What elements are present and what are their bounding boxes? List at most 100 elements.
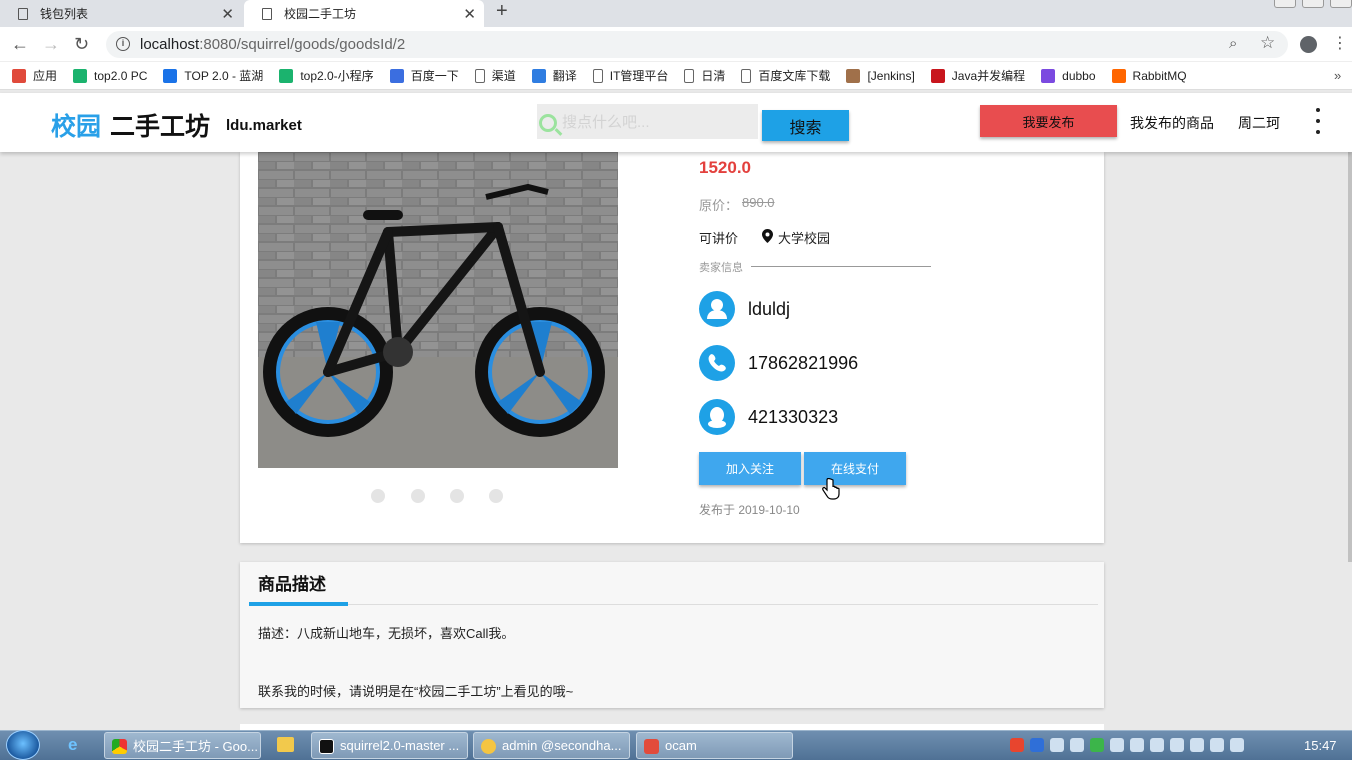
search-input[interactable] bbox=[562, 110, 752, 134]
page-icon bbox=[592, 68, 603, 83]
tab-campus-market[interactable]: 校园二手工坊 ✕ bbox=[244, 0, 484, 27]
hand-cursor-icon bbox=[822, 478, 840, 500]
tab-title: 校园二手工坊 bbox=[284, 7, 357, 21]
new-tab-icon[interactable]: + bbox=[496, 0, 508, 23]
ocam-icon bbox=[644, 739, 659, 754]
bookmark-item[interactable]: 日清 bbox=[684, 67, 725, 84]
contact-note: 联系我的时候，请说明是在“校园二手工坊”上看见的哦~ bbox=[258, 684, 574, 699]
price: 1520.0 bbox=[699, 158, 751, 177]
jenkins-icon bbox=[846, 68, 861, 83]
system-tray[interactable] bbox=[1010, 730, 1244, 760]
publish-date: 发布于 2019-10-10 bbox=[699, 503, 800, 517]
bookmark-item[interactable]: [Jenkins] bbox=[846, 68, 915, 83]
bookmark-item[interactable]: top2.0 PC bbox=[73, 68, 147, 83]
taskbar-item-chrome[interactable]: 校园二手工坊 - Goo... bbox=[104, 732, 261, 759]
user-icon bbox=[699, 291, 735, 327]
baidu-paw-icon bbox=[389, 68, 404, 83]
tray-icon bbox=[1170, 738, 1184, 752]
taskbar-item-db[interactable]: admin @secondha... bbox=[473, 732, 630, 759]
bookmark-item[interactable]: dubbo bbox=[1041, 68, 1096, 83]
description-text: 描述：八成新山地车，无损坏，喜欢Call我。 bbox=[258, 626, 515, 641]
taskbar-item-intellij[interactable]: squirrel2.0-master ... bbox=[311, 732, 468, 759]
carousel-dot[interactable] bbox=[411, 489, 425, 503]
window-controls[interactable] bbox=[1274, 0, 1352, 8]
bookmarks-bar: 应用 top2.0 PC TOP 2.0 - 蓝湖 top2.0-小程序 百度一下 渠道翻… bbox=[0, 62, 1352, 90]
bookmark-item[interactable]: top2.0-小程序 bbox=[279, 67, 374, 84]
sogou-icon bbox=[1010, 738, 1024, 752]
follow-button[interactable]: 加入关注 bbox=[699, 452, 801, 485]
rabbitmq-icon bbox=[1111, 68, 1126, 83]
forward-icon[interactable]: → bbox=[42, 34, 60, 55]
chrome-icon bbox=[112, 739, 127, 754]
original-price: 890.0 bbox=[742, 195, 775, 210]
taskbar-item-ocam[interactable]: ocam bbox=[636, 732, 793, 759]
carousel-dot[interactable] bbox=[450, 489, 464, 503]
location: 大学校园 bbox=[778, 231, 831, 246]
chevron-right-icon[interactable]: » bbox=[1334, 68, 1341, 83]
volume-icon bbox=[1230, 738, 1244, 752]
search-icon bbox=[539, 114, 557, 132]
scrollbar[interactable] bbox=[1348, 152, 1352, 562]
bookmark-item[interactable]: 百度文库下载 bbox=[741, 67, 830, 84]
divider bbox=[348, 604, 1098, 605]
intellij-icon bbox=[319, 739, 334, 754]
start-button[interactable] bbox=[6, 730, 40, 760]
page-icon bbox=[262, 7, 272, 20]
ie-icon[interactable]: e bbox=[68, 735, 77, 755]
play-icon bbox=[279, 68, 294, 83]
shield-icon bbox=[1130, 738, 1144, 752]
bookmark-item[interactable]: 翻译 bbox=[531, 67, 577, 84]
bookmark-item[interactable]: 百度一下 bbox=[389, 67, 459, 84]
bookmark-item[interactable]: IT管理平台 bbox=[592, 67, 668, 84]
folder-icon[interactable] bbox=[277, 737, 294, 752]
star-icon[interactable]: ☆ bbox=[1260, 33, 1275, 53]
translate-icon bbox=[531, 68, 546, 83]
apps-grid-icon bbox=[12, 68, 26, 83]
seller-phone: 17862821996 bbox=[748, 353, 859, 373]
tray-icon bbox=[1050, 738, 1064, 752]
bookmark-item[interactable]: TOP 2.0 - 蓝湖 bbox=[163, 67, 263, 84]
close-icon[interactable]: ✕ bbox=[221, 5, 234, 23]
tab-title: 钱包列表 bbox=[40, 7, 89, 21]
search-button[interactable]: 搜索 bbox=[762, 110, 849, 141]
clock: 15:47 bbox=[1304, 738, 1337, 753]
help-icon bbox=[1030, 738, 1044, 752]
page-icon bbox=[684, 68, 695, 83]
tab-wallet-list[interactable]: 钱包列表 ✕ bbox=[0, 0, 242, 27]
bookmark-item[interactable]: RabbitMQ bbox=[1111, 68, 1187, 83]
bookmark-item[interactable]: 渠道 bbox=[474, 67, 516, 84]
page-icon bbox=[18, 7, 28, 20]
bookmark-item[interactable]: Java并发编程 bbox=[930, 67, 1025, 84]
zoom-icon[interactable]: ⌕ bbox=[1229, 35, 1237, 52]
logo-campus[interactable]: 校园 bbox=[51, 107, 101, 143]
publish-button[interactable]: 我要发布 bbox=[980, 105, 1117, 137]
csdn-icon bbox=[930, 68, 945, 83]
bookmark-item[interactable]: 应用 bbox=[12, 67, 57, 84]
info-icon[interactable]: i bbox=[116, 37, 130, 51]
page-icon bbox=[741, 68, 752, 83]
db-icon bbox=[481, 739, 496, 754]
logo-market[interactable]: 二手工坊 bbox=[110, 107, 210, 143]
menu-icon[interactable]: ⋮ bbox=[1332, 33, 1348, 53]
page-icon bbox=[474, 68, 485, 83]
carousel-dot[interactable] bbox=[489, 489, 503, 503]
more-vertical-icon[interactable] bbox=[1316, 108, 1322, 138]
active-tab-underline bbox=[249, 602, 348, 606]
divider bbox=[751, 266, 931, 267]
negotiable-tag: 可讲价 bbox=[699, 231, 739, 246]
back-icon[interactable]: ← bbox=[11, 34, 29, 55]
seller-qq: 421330323 bbox=[748, 407, 839, 427]
url-field[interactable]: localhost:8080/squirrel/goods/goodsId/2 bbox=[106, 31, 1288, 58]
wechat-icon bbox=[1090, 738, 1104, 752]
username-link[interactable]: 周二珂 bbox=[1238, 113, 1280, 133]
tray-icon bbox=[1150, 738, 1164, 752]
reload-icon[interactable]: ↻ bbox=[74, 34, 89, 55]
my-goods-link[interactable]: 我发布的商品 bbox=[1130, 113, 1214, 133]
pay-online-button[interactable]: 在线支付 bbox=[804, 452, 906, 485]
close-icon[interactable]: ✕ bbox=[463, 5, 476, 23]
profile-icon[interactable] bbox=[1300, 36, 1317, 53]
logo-subtitle: ldu.market bbox=[226, 117, 302, 134]
carousel-dot[interactable] bbox=[371, 489, 385, 503]
network-icon bbox=[1210, 738, 1224, 752]
phone-icon bbox=[699, 345, 735, 381]
